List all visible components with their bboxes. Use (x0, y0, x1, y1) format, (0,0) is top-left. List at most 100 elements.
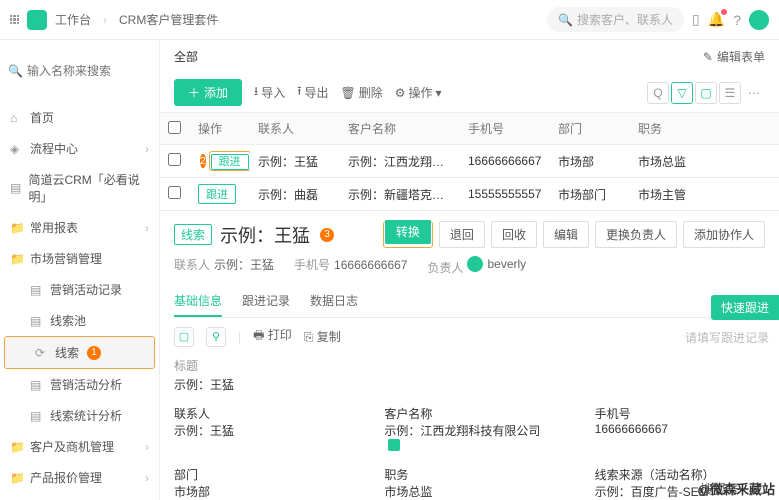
topbar: 工作台 › CRM客户管理套件 🔍 搜索客户、联系人 ▯ 🔔 ? (0, 0, 779, 40)
sidebar-icon: ⟳ (35, 346, 49, 360)
avatar[interactable] (749, 10, 769, 30)
detail-tab[interactable]: 数据日志 (310, 286, 358, 317)
field-value: 示例：王猛 (174, 376, 765, 393)
watermark: @微森釆藏站 (697, 479, 775, 498)
more-icon[interactable]: ⋯ (743, 82, 765, 104)
data-table: 操作 联系人 客户名称 手机号 部门 职务 2 跟进 示例：王猛 示例：江西龙翔… (160, 112, 779, 211)
import-button[interactable]: ⭳ 导入 (254, 82, 285, 103)
breadcrumb-item[interactable]: CRM客户管理套件 (119, 11, 218, 28)
tab-all[interactable]: 全部 (174, 48, 198, 65)
follow-placeholder: 请填写跟进记录 (685, 329, 769, 346)
global-search[interactable]: 🔍 搜索客户、联系人 (547, 7, 684, 32)
sidebar-item[interactable]: ▤营销活动分析 (0, 369, 159, 400)
col-header: 客户名称 (340, 114, 460, 143)
detail-tab[interactable]: 基础信息 (174, 286, 222, 317)
detail-button[interactable]: 编辑 (543, 221, 589, 248)
sidebar-label: 线索统计分析 (50, 407, 122, 424)
sidebar: 🔍 + 新建 ⌂首页◈流程中心› ▤ 简道云CRM「必看说明」 📁 常用报表 › 📁 市场营销… (0, 40, 160, 500)
step-badge: 1 (87, 346, 101, 360)
search-icon: 🔍 (558, 13, 573, 27)
sidebar-label: 产品报价管理 (30, 469, 102, 486)
delete-button[interactable]: 🗑 删除 (340, 84, 382, 101)
info-field: 手机号16666666667 (595, 405, 765, 454)
sidebar-icon: 📁 (10, 252, 24, 266)
cell: 市场主管 (630, 180, 779, 209)
follow-button[interactable]: 跟进 (198, 184, 236, 204)
sidebar-icon: ▤ (10, 181, 22, 195)
share-icon[interactable]: ▢ (174, 327, 194, 347)
table-header: 操作 联系人 客户名称 手机号 部门 职务 (160, 113, 779, 145)
columns-icon[interactable]: ☰ (719, 82, 741, 104)
copy-button[interactable]: ⎘ 复制 (304, 328, 341, 345)
filter-icon[interactable]: ▽ (671, 82, 693, 104)
sidebar-item[interactable]: ◈流程中心› (0, 133, 159, 164)
print-button[interactable]: 🖶 打印 (253, 326, 292, 347)
link-icon[interactable]: ⚲ (206, 327, 226, 347)
sidebar-label: 营销活动分析 (50, 376, 122, 393)
sidebar-item[interactable]: ▤线索池 (0, 305, 159, 336)
convert-button[interactable]: 转换 (385, 220, 431, 244)
help-icon[interactable]: ? (733, 12, 741, 28)
sidebar-item[interactable]: ▤ 简道云CRM「必看说明」 (0, 164, 159, 212)
sidebar-icon: ▤ (30, 283, 44, 297)
row-checkbox[interactable] (168, 186, 181, 199)
sidebar-label: 简道云CRM「必看说明」 (28, 171, 149, 205)
field-label: 标题 (174, 357, 765, 374)
shield-icon (388, 439, 400, 451)
breadcrumb-item[interactable]: 工作台 (55, 11, 91, 28)
cell: 15555555557 (460, 181, 550, 207)
sidebar-search[interactable]: 🔍 + 新建 (0, 40, 159, 102)
sidebar-label: 营销活动记录 (50, 281, 122, 298)
search-placeholder: 搜索客户、联系人 (577, 11, 673, 28)
view-icon[interactable]: ▢ (695, 82, 717, 104)
edit-form-link[interactable]: ✎ 编辑表单 (703, 48, 765, 65)
follow-button[interactable]: 跟进 (211, 154, 249, 170)
sidebar-item[interactable]: ▤线索统计分析 (0, 400, 159, 431)
sidebar-label: 常用报表 (30, 219, 78, 236)
table-row[interactable]: 跟进 示例：曲磊 示例：新疆塔克水果 15555555557 市场部门 市场主管 (160, 178, 779, 211)
sidebar-search-input[interactable] (27, 64, 160, 78)
lead-tag: 线索 (174, 224, 212, 245)
sidebar-icon: 📁 (10, 471, 24, 485)
sidebar-item[interactable]: 📁常用报表› (0, 212, 159, 243)
detail-button[interactable]: 更换负责人 (595, 221, 677, 248)
operate-button[interactable]: ⚙ 操作 ▾ (395, 84, 442, 101)
detail-button[interactable]: 退回 (439, 221, 485, 248)
sidebar-icon: ▤ (30, 314, 44, 328)
apps-icon[interactable] (10, 15, 19, 24)
logo-icon[interactable] (27, 10, 47, 30)
cell: 16666666667 (460, 148, 550, 174)
col-header: 职务 (630, 114, 779, 143)
chevron-icon: › (145, 142, 149, 156)
sidebar-label: 市场营销管理 (30, 250, 102, 267)
step-badge-3: 3 (320, 228, 334, 242)
bell-icon[interactable]: 🔔 (708, 11, 725, 28)
sidebar-item[interactable]: 📁客户及商机管理› (0, 431, 159, 462)
row-checkbox[interactable] (168, 153, 181, 166)
sidebar-icon: 📁 (10, 221, 24, 235)
add-button[interactable]: ＋ 添加 (174, 79, 242, 106)
sidebar-item[interactable]: ⟳线索1 (4, 336, 155, 369)
sidebar-item[interactable]: 📁产品报价管理› (0, 462, 159, 493)
sidebar-item[interactable]: 📁 市场营销管理 (0, 243, 159, 274)
table-row[interactable]: 2 跟进 示例：王猛 示例：江西龙翔科技 16666666667 市场部 市场总… (160, 145, 779, 178)
info-field: 联系人示例：王猛 (174, 405, 344, 454)
cell: 市场部门 (550, 180, 630, 209)
info-field: 职务市场总监 (384, 466, 554, 500)
detail-button[interactable]: 回收 (491, 221, 537, 248)
detail-button[interactable]: 添加协作人 (683, 221, 765, 248)
select-all-checkbox[interactable] (168, 121, 181, 134)
fast-follow-button[interactable]: 快速跟进 (711, 295, 779, 320)
col-header: 操作 (190, 114, 250, 143)
sidebar-icon: ◈ (10, 142, 24, 156)
cell: 市场部 (550, 147, 630, 176)
export-button[interactable]: ⭱ 导出 (297, 82, 328, 103)
sidebar-item[interactable]: 📁合同/回款/开票管理› (0, 493, 159, 500)
book-icon[interactable]: ▯ (692, 11, 700, 28)
avatar-icon (467, 256, 483, 272)
sidebar-item[interactable]: ▤ 营销活动记录 (0, 274, 159, 305)
meta-item: 手机号16666666667 (294, 256, 407, 276)
search-chip[interactable]: Q (647, 82, 669, 104)
sidebar-item[interactable]: ⌂首页 (0, 102, 159, 133)
detail-tab[interactable]: 跟进记录 (242, 286, 290, 317)
